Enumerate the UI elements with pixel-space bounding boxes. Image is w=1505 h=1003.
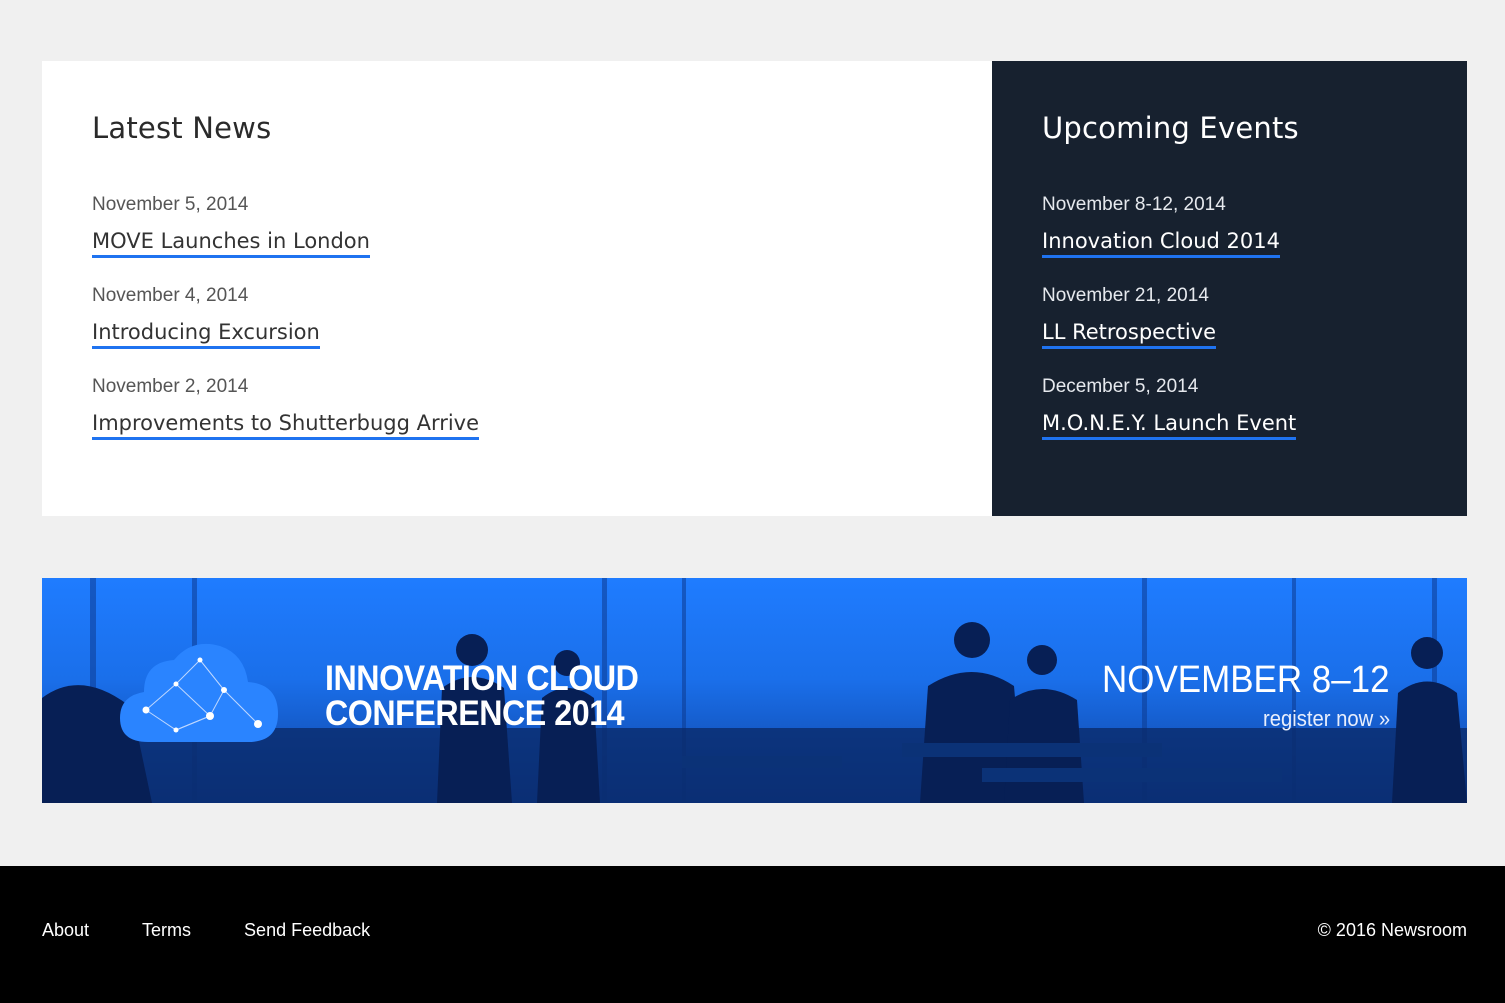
upcoming-events-panel: Upcoming Events November 8-12, 2014 Inno…: [992, 61, 1467, 516]
register-now-link[interactable]: register now »: [1263, 706, 1390, 732]
cloud-network-icon: [120, 643, 278, 742]
banner-title: INNOVATION CLOUD CONFERENCE 2014: [325, 659, 639, 733]
event-link[interactable]: LL Retrospective: [1042, 320, 1217, 349]
content-row: Latest News November 5, 2014 MOVE Launch…: [42, 61, 1467, 516]
news-link[interactable]: MOVE Launches in London: [92, 229, 370, 258]
latest-news-heading: Latest News: [92, 111, 272, 145]
news-item: November 2, 2014 Improvements to Shutter…: [92, 376, 992, 467]
news-date: November 4, 2014: [92, 285, 249, 306]
event-link[interactable]: Innovation Cloud 2014: [1042, 229, 1280, 258]
news-date: November 2, 2014: [92, 376, 249, 397]
conference-banner[interactable]: INNOVATION CLOUD CONFERENCE 2014 NOVEMBE…: [42, 578, 1467, 803]
footer: About Terms Send Feedback © 2016 Newsroo…: [0, 866, 1505, 1003]
event-item: November 8-12, 2014 Innovation Cloud 201…: [1042, 194, 1467, 285]
event-date: December 5, 2014: [1042, 376, 1199, 397]
copyright-text: © 2016 Newsroom: [1317, 920, 1467, 940]
event-date: November 8-12, 2014: [1042, 194, 1226, 215]
event-item: November 21, 2014 LL Retrospective: [1042, 285, 1467, 376]
banner-dates: NOVEMBER 8–12: [1102, 659, 1390, 701]
event-date: November 21, 2014: [1042, 285, 1209, 306]
news-date: November 5, 2014: [92, 194, 249, 215]
footer-link-send-feedback[interactable]: Send Feedback: [244, 919, 370, 941]
event-link[interactable]: M.O.N.E.Y. Launch Event: [1042, 411, 1297, 440]
latest-news-panel: Latest News November 5, 2014 MOVE Launch…: [42, 61, 992, 516]
footer-link-about[interactable]: About: [42, 919, 89, 941]
event-item: December 5, 2014 M.O.N.E.Y. Launch Event: [1042, 376, 1467, 467]
news-item: November 5, 2014 MOVE Launches in London: [92, 194, 992, 285]
page: Latest News November 5, 2014 MOVE Launch…: [0, 0, 1505, 1003]
news-item: November 4, 2014 Introducing Excursion: [92, 285, 992, 376]
news-link[interactable]: Improvements to Shutterbugg Arrive: [92, 411, 480, 440]
banner-title-line: CONFERENCE 2014: [325, 694, 625, 733]
footer-nav: About Terms Send Feedback: [42, 919, 423, 941]
banner-title-line: INNOVATION CLOUD: [325, 659, 639, 698]
upcoming-events-heading: Upcoming Events: [1042, 111, 1299, 145]
news-link[interactable]: Introducing Excursion: [92, 320, 320, 349]
footer-link-terms[interactable]: Terms: [142, 919, 191, 941]
